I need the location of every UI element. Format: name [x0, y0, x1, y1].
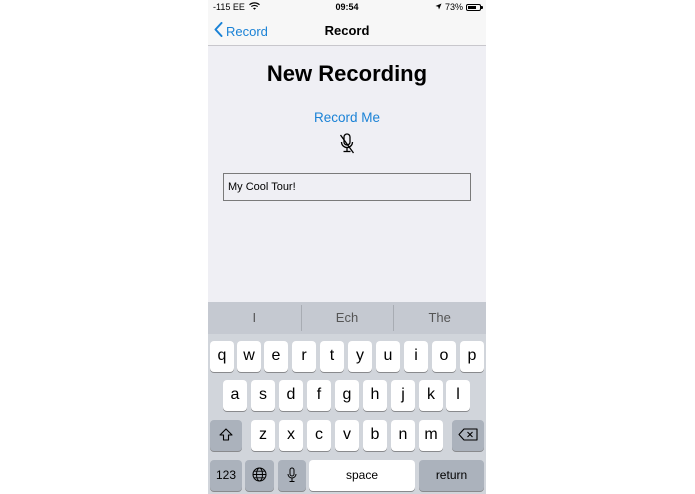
back-button[interactable]: Record: [214, 21, 268, 41]
status-right: 73%: [435, 2, 483, 12]
key-letter[interactable]: b: [363, 420, 387, 451]
battery-tip: [481, 6, 483, 9]
shift-icon: [219, 426, 233, 443]
key-letter[interactable]: g: [335, 380, 359, 411]
prediction-suggestion[interactable]: Ech: [300, 302, 394, 334]
back-button-label: Record: [226, 23, 268, 39]
key-letter[interactable]: z: [251, 420, 275, 451]
key-letter[interactable]: k: [419, 380, 443, 411]
key-letter[interactable]: j: [391, 380, 415, 411]
key-letter[interactable]: u: [376, 341, 400, 372]
key-letter[interactable]: h: [363, 380, 387, 411]
key-letter[interactable]: o: [432, 341, 456, 372]
key-letter[interactable]: a: [223, 380, 247, 411]
key-letter[interactable]: w: [237, 341, 261, 372]
microphone-icon: [287, 466, 297, 483]
predictive-bar: I Ech The: [208, 302, 486, 334]
battery-icon: [466, 3, 483, 11]
dictation-key[interactable]: [278, 460, 306, 491]
key-letter[interactable]: m: [419, 420, 443, 451]
numbers-key[interactable]: 123: [210, 460, 242, 491]
keyboard: I Ech The q w e r t y u i o p a s d f g …: [208, 302, 486, 494]
delete-key[interactable]: [452, 420, 484, 451]
key-letter[interactable]: e: [264, 341, 288, 372]
key-letter[interactable]: p: [460, 341, 484, 372]
battery-fill: [468, 5, 477, 9]
phone-screen: -115 EE 09:54 73% Record Record New Reco…: [208, 0, 486, 494]
key-letter[interactable]: q: [210, 341, 234, 372]
location-arrow-icon: [435, 2, 442, 12]
globe-key[interactable]: [245, 460, 274, 491]
return-key[interactable]: return: [419, 460, 484, 491]
delete-icon: [458, 426, 478, 443]
chevron-left-icon: [214, 22, 226, 40]
battery-percent: 73%: [444, 2, 463, 12]
key-letter[interactable]: c: [307, 420, 331, 451]
key-letter[interactable]: v: [335, 420, 359, 451]
prediction-suggestion[interactable]: I: [208, 302, 301, 334]
key-letter[interactable]: t: [320, 341, 344, 372]
key-letter[interactable]: y: [348, 341, 372, 372]
page-title: New Recording: [266, 61, 428, 86]
key-letter[interactable]: s: [251, 380, 275, 411]
key-letter[interactable]: x: [279, 420, 303, 451]
status-bar: -115 EE 09:54 73%: [208, 0, 486, 16]
key-letter[interactable]: i: [404, 341, 428, 372]
prediction-suggestion[interactable]: The: [393, 302, 486, 334]
tour-name-field[interactable]: [223, 173, 471, 201]
space-key[interactable]: space: [309, 460, 415, 491]
globe-icon: [252, 466, 267, 483]
shift-key[interactable]: [210, 420, 242, 451]
navigation-bar: Record Record: [208, 16, 486, 46]
microphone-slash-icon[interactable]: [339, 133, 355, 155]
key-letter[interactable]: n: [391, 420, 415, 451]
key-letter[interactable]: r: [292, 341, 316, 372]
record-me-button[interactable]: Record Me: [208, 110, 486, 125]
key-letter[interactable]: l: [446, 380, 470, 411]
key-letter[interactable]: f: [307, 380, 331, 411]
key-letter[interactable]: d: [279, 380, 303, 411]
